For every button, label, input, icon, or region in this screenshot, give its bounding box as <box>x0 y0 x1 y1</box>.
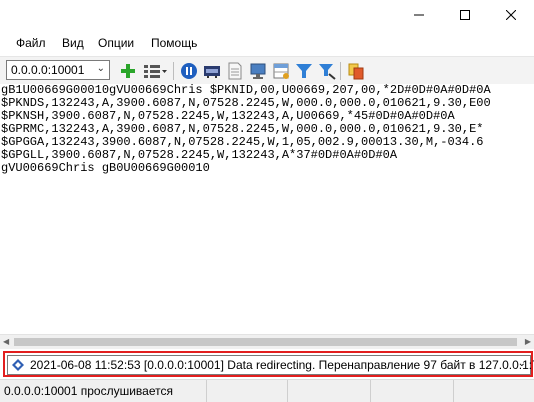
menu-view[interactable]: Вид <box>62 36 84 50</box>
list-icon <box>144 65 167 78</box>
info-diamond-icon <box>12 359 24 371</box>
log-output[interactable]: gB1U00669G00010gVU00669Chris $PKNID,00,U… <box>0 84 534 340</box>
toolbar: 0.0.0.0:10001 ⌄ <box>0 56 534 84</box>
pause-button[interactable] <box>179 61 199 81</box>
scroll-left-icon[interactable]: ◀ <box>3 337 9 346</box>
plus-icon <box>121 64 135 78</box>
menu-help[interactable]: Помощь <box>151 36 197 50</box>
filter-settings-icon <box>319 64 336 80</box>
horizontal-scrollbar[interactable]: ◀ ▶ <box>0 334 534 349</box>
copy-icon <box>348 63 364 80</box>
device-button[interactable] <box>248 61 268 81</box>
address-combo[interactable]: 0.0.0.0:10001 ⌄ <box>6 60 110 80</box>
filter-button[interactable] <box>294 61 314 81</box>
event-log-combo[interactable]: 2021-06-08 11:52:53 [0.0.0.0:10001] Data… <box>7 355 534 375</box>
port-button[interactable] <box>202 61 222 81</box>
minimize-icon <box>414 14 424 16</box>
serial-port-icon <box>204 66 220 78</box>
scrollbar-thumb[interactable] <box>14 338 517 346</box>
close-icon <box>506 10 516 20</box>
table-button[interactable] <box>271 61 291 81</box>
minimize-button[interactable] <box>396 0 442 30</box>
maximize-button[interactable] <box>442 0 488 30</box>
pause-icon <box>181 63 197 79</box>
menu-file[interactable]: Файл <box>16 36 46 50</box>
filter-edit-button[interactable] <box>317 61 337 81</box>
status-divider <box>370 380 371 402</box>
close-button[interactable] <box>488 0 534 30</box>
monitor-icon <box>250 63 266 79</box>
log-line: gVU00669Chris gB0U00669G00010 <box>1 161 210 175</box>
maximize-icon <box>460 10 470 20</box>
chevron-down-icon: ⌄ <box>96 63 105 74</box>
chevron-down-icon: ⌄ <box>517 358 526 369</box>
status-divider <box>453 380 454 402</box>
toolbar-separator <box>340 62 341 80</box>
document-icon <box>228 62 242 80</box>
menu-options[interactable]: Опции <box>98 36 134 50</box>
event-log-text: 2021-06-08 11:52:53 [0.0.0.0:10001] Data… <box>30 358 534 372</box>
toolbar-separator <box>173 62 174 80</box>
status-text: 0.0.0.0:10001 прослушивается <box>4 384 173 398</box>
scroll-right-icon[interactable]: ▶ <box>525 337 531 346</box>
status-divider <box>287 380 288 402</box>
event-log-highlight: 2021-06-08 11:52:53 [0.0.0.0:10001] Data… <box>3 351 534 377</box>
add-button[interactable] <box>118 61 138 81</box>
menu-bar: Файл Вид Опции Помощь <box>0 34 534 54</box>
copy-button[interactable] <box>346 61 366 81</box>
title-bar <box>0 0 534 30</box>
address-value: 0.0.0.0:10001 <box>11 63 85 77</box>
filter-icon <box>296 64 312 78</box>
table-icon <box>273 63 289 79</box>
status-bar: 0.0.0.0:10001 прослушивается <box>0 379 534 402</box>
document-button[interactable] <box>225 61 245 81</box>
status-divider <box>206 380 207 402</box>
list-menu-button[interactable] <box>142 61 168 81</box>
